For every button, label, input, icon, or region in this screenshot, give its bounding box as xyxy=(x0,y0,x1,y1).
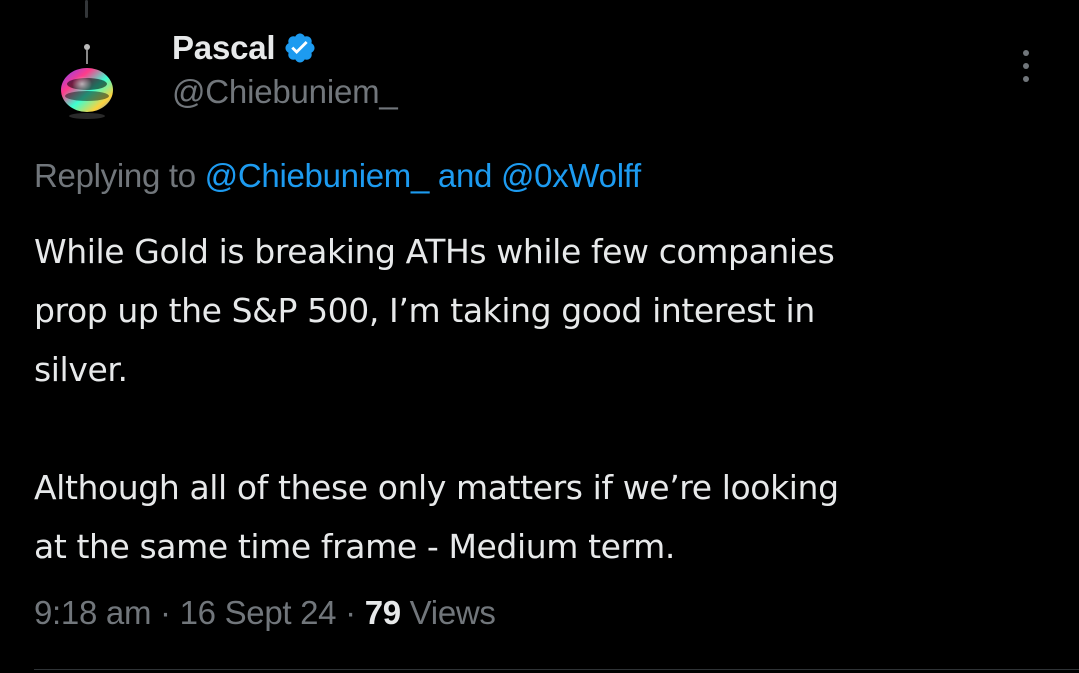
meta-separator: · xyxy=(345,594,356,631)
tweet-line: at the same time frame - Medium term. xyxy=(34,527,675,566)
thread-connector-line xyxy=(85,0,88,18)
reply-mention-2[interactable]: @0xWolff xyxy=(501,157,641,194)
avatar[interactable] xyxy=(44,40,130,126)
divider xyxy=(34,669,1079,670)
tweet-meta: 9:18 am · 16 Sept 24 · 79 Views xyxy=(34,594,496,632)
tweet-line: While Gold is breaking ATHs while few co… xyxy=(34,232,835,271)
more-options-icon-dot xyxy=(1023,76,1029,82)
replying-to-line: Replying to @Chiebuniem_ and @0xWolff xyxy=(34,157,641,195)
more-options-icon-dot xyxy=(1023,63,1029,69)
reply-conjunction: and xyxy=(437,157,493,194)
tweet-date[interactable]: 16 Sept 24 xyxy=(180,594,337,631)
tweet-line: Although all of these only matters if we… xyxy=(34,468,839,507)
tweet-header: Pascal @Chiebuniem_ xyxy=(172,28,398,111)
author-name-row: Pascal xyxy=(172,28,398,68)
tweet-time[interactable]: 9:18 am xyxy=(34,594,151,631)
tweet-line: silver. xyxy=(34,350,128,389)
views-label[interactable]: Views xyxy=(410,594,496,631)
meta-separator: · xyxy=(160,594,171,631)
reply-mention-1[interactable]: @Chiebuniem_ xyxy=(205,157,430,194)
verified-badge-icon xyxy=(283,31,317,65)
author-display-name[interactable]: Pascal xyxy=(172,29,276,67)
avatar-image xyxy=(44,40,130,126)
tweet-page: Pascal @Chiebuniem_ Replying to @Chiebun… xyxy=(0,0,1079,673)
views-count[interactable]: 79 xyxy=(365,594,401,631)
tweet-line: prop up the S&P 500, I’m taking good int… xyxy=(34,291,815,330)
tweet-body: While Gold is breaking ATHs while few co… xyxy=(34,222,1064,576)
author-handle[interactable]: @Chiebuniem_ xyxy=(172,73,398,111)
more-options-icon-dot xyxy=(1023,50,1029,56)
more-options-button[interactable] xyxy=(1008,46,1044,86)
replying-prefix: Replying to xyxy=(34,157,196,194)
